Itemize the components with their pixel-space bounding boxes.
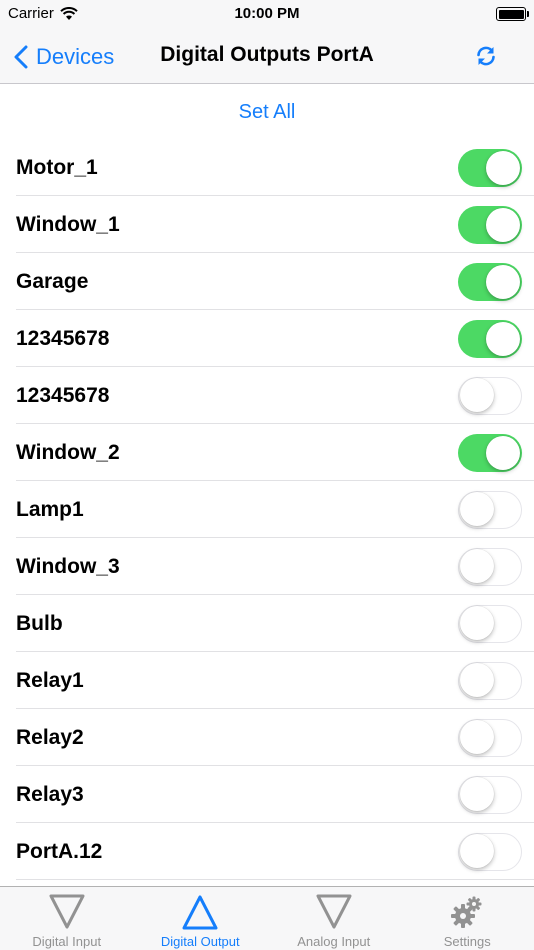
output-toggle[interactable] [458, 718, 522, 757]
output-row: Window_2 [0, 424, 534, 481]
status-time: 10:00 PM [234, 5, 300, 22]
toggle-knob [486, 264, 520, 299]
toggle-knob [486, 150, 520, 185]
output-toggle[interactable] [458, 547, 522, 586]
output-row: Window_3 [0, 538, 534, 595]
tab-settings[interactable]: Settings [401, 887, 534, 950]
toggle-knob [460, 606, 494, 640]
toggle-knob [460, 720, 494, 754]
toggle-knob [486, 321, 520, 356]
output-toggle[interactable] [458, 376, 522, 415]
tab-digital-input[interactable]: Digital Input [0, 887, 134, 950]
tab-label: Analog Input [297, 934, 371, 949]
output-toggle[interactable] [458, 319, 522, 358]
refresh-icon[interactable] [474, 44, 498, 68]
down-triangle-icon [49, 894, 85, 929]
toggle-knob [486, 207, 520, 242]
output-label: Lamp1 [16, 497, 84, 521]
output-toggle[interactable] [458, 205, 522, 244]
tab-label: Digital Input [32, 934, 102, 949]
output-toggle[interactable] [458, 832, 522, 871]
output-label: 12345678 [16, 383, 110, 407]
output-row: Bulb [0, 595, 534, 652]
output-label: PortA.12 [16, 839, 103, 863]
output-toggle[interactable] [458, 604, 522, 643]
toggle-knob [486, 435, 520, 470]
toggle-knob [460, 834, 494, 868]
output-label: Window_2 [16, 440, 120, 464]
toggle-knob [460, 378, 494, 412]
set-all-button[interactable]: Set All [0, 85, 534, 139]
output-label: Window_1 [16, 212, 120, 236]
tab-label: Settings [443, 934, 491, 949]
toggle-knob [460, 492, 494, 526]
output-label: Relay3 [16, 782, 84, 806]
output-toggle[interactable] [458, 148, 522, 187]
toggle-knob [460, 549, 494, 583]
output-toggle[interactable] [458, 661, 522, 700]
output-toggle[interactable] [458, 775, 522, 814]
output-label: Motor_1 [16, 155, 98, 179]
output-toggle[interactable] [458, 490, 522, 529]
output-label: Relay2 [16, 725, 84, 749]
gears-icon [451, 896, 482, 928]
digital-output-list: Set All Motor_1 Window_1 Garage 12345678 123… [0, 85, 534, 880]
toggle-knob [460, 663, 494, 697]
output-toggle[interactable] [458, 262, 522, 301]
tab-label: Digital Output [160, 934, 240, 949]
output-row: 12345678 [0, 367, 534, 424]
output-label: Relay1 [16, 668, 84, 692]
output-row: Window_1 [0, 196, 534, 253]
output-row: 12345678 [0, 310, 534, 367]
output-toggle[interactable] [458, 433, 522, 472]
output-label: Bulb [16, 611, 63, 635]
output-row: Motor_1 [0, 139, 534, 196]
output-row: Lamp1 [0, 481, 534, 538]
tab-digital-output[interactable]: Digital Output [134, 887, 268, 950]
output-row: Relay2 [0, 709, 534, 766]
output-label: Garage [16, 269, 89, 293]
output-label: 12345678 [16, 326, 110, 350]
tab-bar: Digital Input Digital Output Analog Inpu… [0, 886, 534, 950]
toggle-knob [460, 777, 494, 811]
battery-icon [496, 7, 529, 21]
navigation-bar: Devices Digital Outputs PortA [0, 30, 534, 84]
down-triangle-icon [316, 894, 352, 929]
output-row: Garage [0, 253, 534, 310]
tab-analog-input[interactable]: Analog Input [267, 887, 401, 950]
output-label: Window_3 [16, 554, 120, 578]
output-row: Relay1 [0, 652, 534, 709]
output-row: Relay3 [0, 766, 534, 823]
up-triangle-icon [182, 895, 218, 930]
page-title: Digital Outputs PortA [160, 43, 374, 66]
output-row: PortA.12 [0, 823, 534, 880]
status-bar: Carrier 10:00 PM [0, 0, 534, 30]
